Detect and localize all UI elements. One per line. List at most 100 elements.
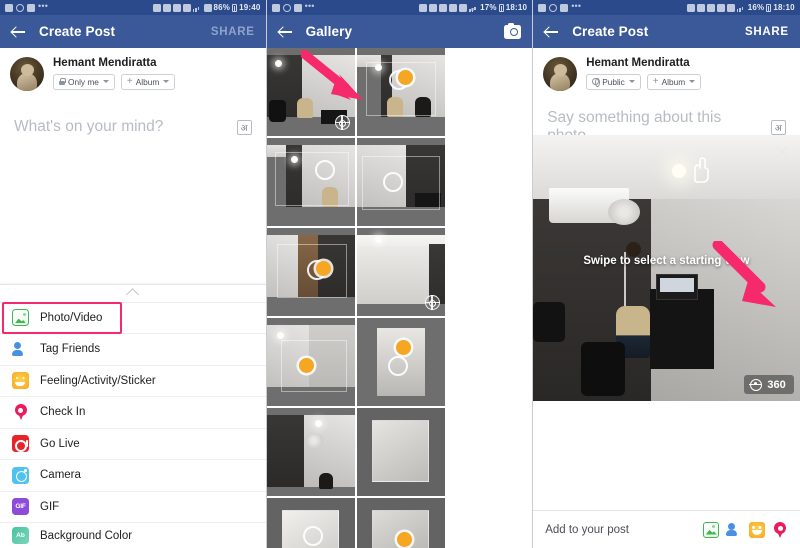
app-bar: Gallery [266,15,533,48]
privacy-selector[interactable]: Only me [53,73,115,90]
photo-video-icon[interactable] [702,521,719,538]
composer-chips: Public + Album [586,73,790,90]
clock: 18:10 [773,3,795,12]
feeling-icon[interactable] [748,521,765,538]
screenshot-root: ••• 86% 19:40 Create Post SHARE Hemant M… [0,0,800,548]
panel-create-post-360-preview: ••• 16% 18:10 Create Post SHARE Hemant M… [533,0,800,548]
user-name: Hemant Mendiratta [53,57,157,69]
album-selector[interactable]: + Album [120,73,176,90]
battery-saver-icon [686,3,695,12]
page-title: Create Post [572,24,649,39]
option-check-in[interactable]: Check In [0,396,266,428]
screenshot-icon [429,3,438,12]
gallery-thumbnail[interactable] [356,228,445,316]
gallery-thumbnail[interactable] [356,48,445,136]
gallery-thumbnail[interactable] [356,318,445,406]
location-pin-icon[interactable] [772,522,788,538]
language-toggle-icon[interactable]: अ [770,119,786,135]
gallery-thumbnail[interactable] [356,498,445,548]
option-tag-friends[interactable]: Tag Friends [0,333,266,365]
more-icon: ••• [304,0,315,11]
lte-icon [459,3,468,12]
photo-360-preview[interactable]: Swipe to select a starting view 360 [533,135,800,401]
status-bar-left-icons: ••• [538,0,582,12]
option-photo-video[interactable]: Photo/Video [0,301,266,334]
avatar[interactable] [543,57,578,91]
back-arrow-icon[interactable] [278,24,293,39]
post-options-sheet: Photo/Video Tag Friends Feeling/Activity… [0,283,266,548]
gallery-thumbnail[interactable] [266,228,355,316]
gallery-thumbnail[interactable] [356,408,445,496]
option-label: Check In [40,406,86,419]
sheet-collapse-handle[interactable] [0,285,266,302]
privacy-selector[interactable]: Public [586,73,641,90]
privacy-label: Public [602,76,625,87]
gallery-thumbnail[interactable] [266,138,355,226]
option-label: Camera [40,469,81,482]
data-icon [439,3,448,12]
tag-friends-icon [12,341,29,358]
tag-friends-icon[interactable] [725,522,742,538]
battery-icon [766,3,772,12]
chevron-down-icon [628,80,635,84]
option-gif[interactable]: GIF GIF [0,490,266,523]
album-label: Album [135,76,160,87]
camera-icon[interactable] [504,22,522,39]
panel-gallery-picker: ••• 17% 18:10 Gallery [266,0,534,548]
option-label: Background Color [40,529,133,542]
status-bar-right-icons: 86% 19:40 [152,3,261,12]
camera-icon [538,3,547,12]
add-to-post-icons [702,521,788,538]
composer-input-row[interactable]: What's on your mind? अ [0,106,266,148]
option-go-live[interactable]: Go Live [0,427,266,460]
privacy-label: Only me [68,76,99,87]
photo-video-icon [12,309,29,327]
swipe-hint-text: Swipe to select a starting view [583,255,750,267]
camera-icon [560,3,569,12]
option-feeling-activity-sticker[interactable]: Feeling/Activity/Sticker [0,364,266,397]
office-chair [533,302,566,343]
chevron-down-icon [163,80,170,84]
language-toggle-icon[interactable]: अ [236,119,252,135]
close-icon[interactable] [774,144,789,159]
chevron-down-icon [689,80,696,84]
badge-360[interactable]: 360 [744,375,794,394]
album-selector[interactable]: + Album [646,73,702,90]
gallery-thumbnail[interactable] [266,498,355,548]
more-icon: ••• [38,0,49,11]
gallery-thumbnail[interactable] [266,48,355,136]
more-icon: ••• [571,0,582,11]
option-label: Tag Friends [40,343,101,356]
option-camera[interactable]: Camera [0,459,266,491]
post-text-input[interactable]: What's on your mind? [14,118,237,136]
camera-icon [293,3,302,12]
battery-percent: 86% [213,3,231,12]
battery-icon [498,3,504,12]
hand-gesture-icon [693,157,709,183]
clock: 18:10 [505,3,528,12]
option-label: GIF [40,500,60,513]
option-label: Photo/Video [40,311,103,324]
badge-360-icon [749,378,763,391]
chevron-up-icon [126,288,140,301]
panel-create-post-composer: ••• 86% 19:40 Create Post SHARE Hemant M… [0,0,267,548]
laptop [655,273,698,300]
option-background-color[interactable]: Ab Background Color [0,522,266,548]
desk [650,289,715,370]
avatar[interactable] [10,57,44,91]
gallery-thumbnail[interactable] [266,408,355,496]
badge-360-label: 360 [767,378,786,391]
badge-360-icon [424,295,440,310]
option-label: Go Live [40,437,80,450]
chevron-down-icon [102,80,109,84]
back-arrow-icon[interactable] [11,24,26,39]
page-title: Gallery [305,24,353,39]
share-button[interactable]: SHARE [211,26,255,38]
back-arrow-icon[interactable] [544,24,559,39]
share-button[interactable]: SHARE [745,26,789,38]
signal-icon [736,4,746,12]
bell-icon [16,3,24,12]
composer-header: Hemant Mendiratta Public + Album [533,48,800,91]
gallery-thumbnail[interactable] [356,138,445,226]
gallery-thumbnail[interactable] [266,318,355,406]
